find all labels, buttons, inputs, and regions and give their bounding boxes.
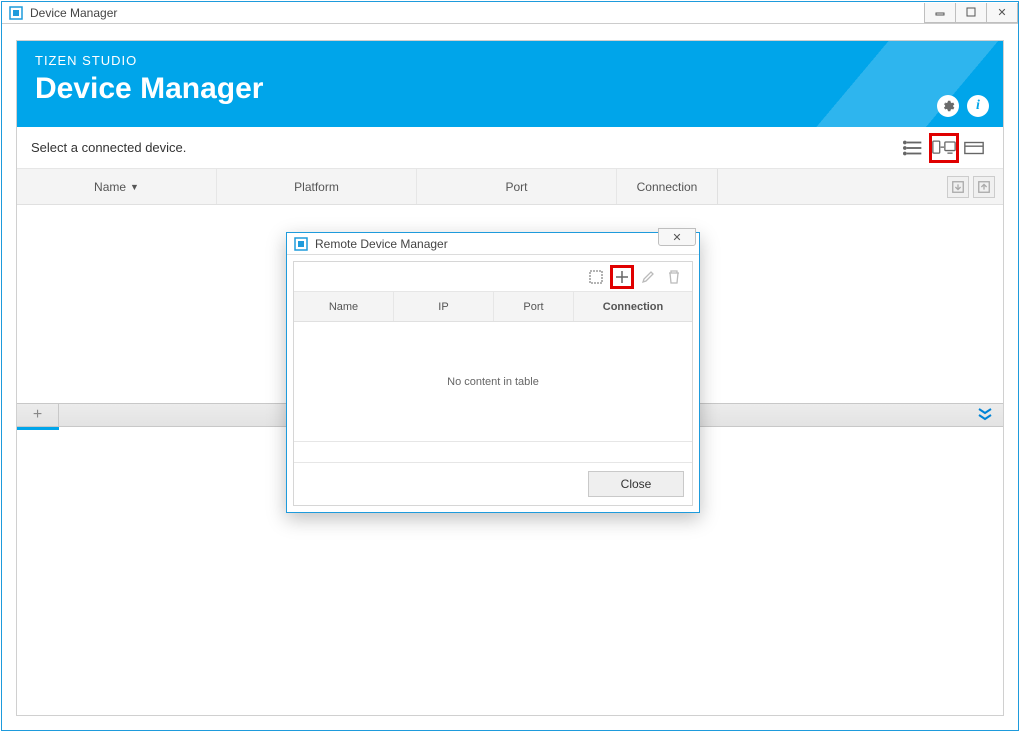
active-tab-underline — [17, 427, 59, 430]
dialog-app-icon — [293, 236, 309, 252]
add-tab-button[interactable]: + — [17, 404, 59, 426]
dialog-col-ip[interactable]: IP — [394, 292, 494, 321]
col-connection[interactable]: Connection — [617, 169, 717, 204]
dialog-col-name[interactable]: Name — [294, 292, 394, 321]
col-name[interactable]: Name ▼ — [17, 169, 217, 204]
dialog-window-close-button[interactable]: ✕ — [658, 228, 696, 246]
export-icon[interactable] — [973, 176, 995, 198]
dialog-toolbar — [294, 262, 692, 292]
delete-device-icon[interactable] — [662, 265, 686, 289]
emulator-manager-icon[interactable] — [959, 133, 989, 163]
window-buttons: ✕ — [925, 3, 1018, 23]
dialog-titlebar: Remote Device Manager — [287, 233, 699, 255]
import-icon[interactable] — [947, 176, 969, 198]
hero-subtitle: TIZEN STUDIO — [35, 53, 985, 68]
close-button[interactable]: ✕ — [986, 3, 1018, 23]
dialog-footer: Close — [294, 462, 692, 505]
col-port[interactable]: Port — [417, 169, 617, 204]
remote-device-dialog-wrap: ✕ Remote Device Manager — [286, 228, 700, 513]
toolbar: Select a connected device. — [17, 127, 1003, 169]
maximize-button[interactable] — [955, 3, 987, 23]
hero-banner: TIZEN STUDIO Device Manager i — [17, 41, 1003, 127]
dialog-title: Remote Device Manager — [315, 237, 448, 251]
window-title: Device Manager — [30, 6, 925, 20]
dialog-close-button[interactable]: Close — [588, 471, 684, 497]
list-view-icon[interactable] — [899, 133, 929, 163]
remote-device-dialog: Remote Device Manager Name IP — [286, 232, 700, 513]
dialog-table-header: Name IP Port Connection — [294, 292, 692, 322]
col-platform[interactable]: Platform — [217, 169, 417, 204]
minimize-button[interactable] — [924, 3, 956, 23]
dialog-col-port[interactable]: Port — [494, 292, 574, 321]
toolbar-prompt: Select a connected device. — [31, 140, 186, 155]
titlebar: Device Manager ✕ — [2, 2, 1018, 24]
dialog-body: Name IP Port Connection No content in ta… — [293, 261, 693, 506]
device-table-header: Name ▼ Platform Port Connection — [17, 169, 1003, 205]
collapse-chevrons-icon[interactable] — [977, 407, 993, 424]
remote-device-manager-button[interactable] — [929, 133, 959, 163]
app-icon — [8, 5, 24, 21]
dialog-col-connection[interactable]: Connection — [574, 292, 692, 321]
dialog-empty-text: No content in table — [294, 322, 692, 442]
add-device-button[interactable] — [610, 265, 634, 289]
table-side-buttons — [718, 169, 1003, 204]
hero-title: Device Manager — [35, 72, 985, 106]
scan-devices-icon[interactable] — [584, 265, 608, 289]
info-button[interactable]: i — [967, 95, 989, 117]
settings-button[interactable] — [937, 95, 959, 117]
edit-device-icon[interactable] — [636, 265, 660, 289]
sort-caret-icon: ▼ — [130, 182, 139, 192]
